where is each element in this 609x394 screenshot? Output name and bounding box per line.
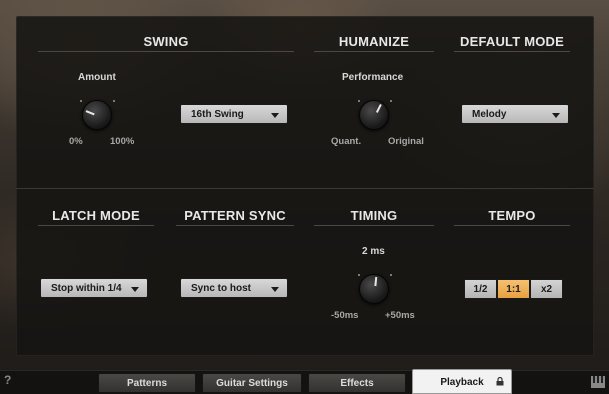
knob-indicator [375, 103, 382, 113]
chevron-down-icon [271, 287, 279, 292]
knob-max-dot [113, 100, 115, 102]
latch-mode-dropdown[interactable]: Stop within 1/4 [40, 278, 148, 298]
default-mode-dropdown[interactable]: Melody [461, 104, 569, 124]
knob-max-dot [390, 100, 392, 102]
latch-mode-divider [38, 225, 154, 226]
pattern-sync-value: Sync to host [191, 283, 252, 294]
swing-type-dropdown[interactable]: 16th Swing [180, 104, 288, 124]
timing-divider [314, 225, 434, 226]
knob-min-dot [80, 100, 82, 102]
tempo-header: TEMPO [488, 208, 536, 223]
timing-header: TIMING [350, 208, 398, 223]
chevron-down-icon [131, 287, 139, 292]
playback-panel [16, 16, 594, 356]
swing-type-value: 16th Swing [191, 109, 244, 120]
chevron-down-icon [271, 113, 279, 118]
section-separator [16, 188, 594, 189]
knob-max-dot [390, 274, 392, 276]
knob-min-dot [358, 100, 360, 102]
timing-knob[interactable] [359, 274, 389, 304]
swing-max-label: 100% [110, 136, 135, 147]
pattern-sync-divider [176, 225, 294, 226]
knob-min-dot [358, 274, 360, 276]
tempo-normal-button[interactable]: 1:1 [497, 279, 530, 299]
swing-header: SWING [143, 34, 189, 49]
footer-tab-bar [0, 370, 609, 394]
keyboard-icon[interactable] [591, 376, 605, 388]
timing-min-label: -50ms [331, 310, 359, 321]
timing-max-label: +50ms [385, 310, 415, 321]
default-mode-header: DEFAULT MODE [460, 34, 564, 49]
pattern-sync-dropdown[interactable]: Sync to host [180, 278, 288, 298]
humanize-divider [314, 51, 434, 52]
tempo-double-button[interactable]: x2 [530, 279, 563, 299]
default-mode-value: Melody [472, 109, 507, 120]
performance-label: Performance [342, 72, 404, 83]
tab-playback-label: Playback [440, 377, 484, 388]
knob-indicator [85, 110, 95, 116]
swing-divider [38, 51, 294, 52]
tempo-half-button[interactable]: 1/2 [464, 279, 497, 299]
timing-value-label: 2 ms [362, 246, 385, 257]
tab-patterns[interactable]: Patterns [98, 373, 196, 393]
default-mode-divider [454, 51, 570, 52]
performance-max-label: Original [388, 136, 424, 147]
chevron-down-icon [552, 113, 560, 118]
lock-icon[interactable] [496, 377, 504, 386]
swing-amount-knob[interactable] [82, 100, 112, 130]
swing-amount-label: Amount [78, 72, 116, 83]
question-mark-icon[interactable]: ? [4, 373, 11, 387]
swing-min-label: 0% [69, 136, 83, 147]
tempo-divider [454, 225, 570, 226]
pattern-sync-header: PATTERN SYNC [184, 208, 286, 223]
tab-effects[interactable]: Effects [308, 373, 406, 393]
latch-mode-header: LATCH MODE [52, 208, 140, 223]
performance-knob[interactable] [359, 100, 389, 130]
latch-mode-value: Stop within 1/4 [51, 283, 122, 294]
tab-guitar-settings[interactable]: Guitar Settings [202, 373, 302, 393]
knob-indicator [374, 276, 378, 287]
performance-min-label: Quant. [331, 136, 362, 147]
humanize-header: HUMANIZE [338, 34, 410, 49]
